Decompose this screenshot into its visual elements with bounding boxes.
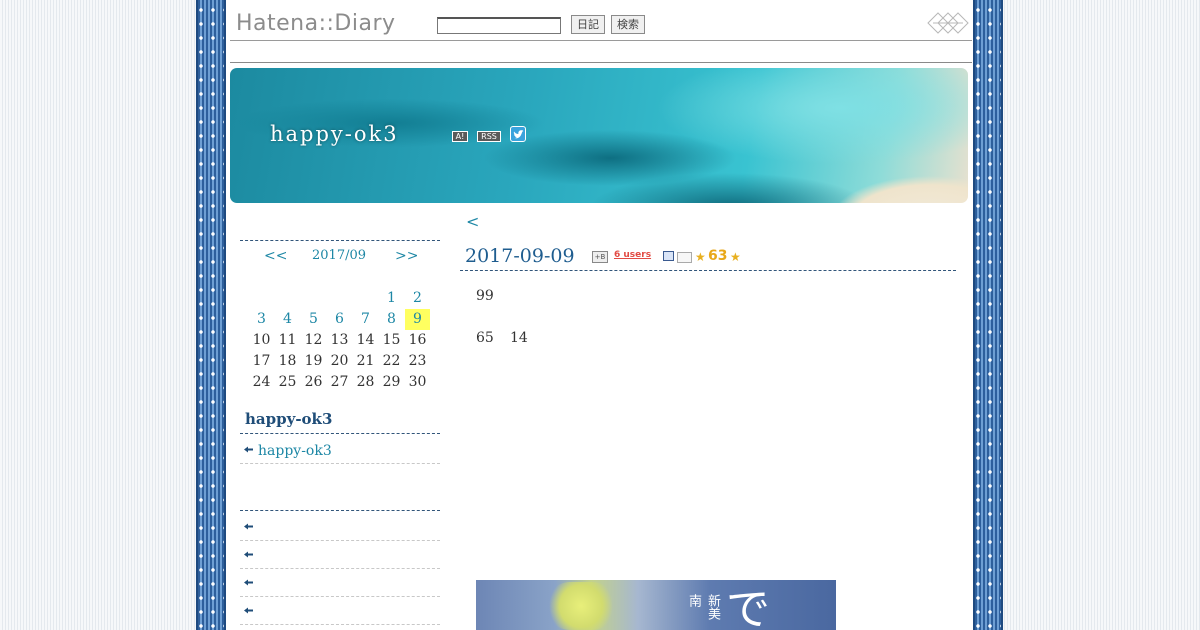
sidebar-section-title: happy-ok3	[245, 410, 333, 428]
calendar-day[interactable]: 2	[405, 288, 430, 309]
sidebar-divider	[240, 510, 440, 511]
arrow-icon	[244, 579, 253, 586]
calendar-day: 10	[252, 332, 271, 348]
calendar-week: 17 18 19 20 21 22 23	[249, 351, 431, 372]
calendar-day: 14	[356, 332, 375, 348]
arrow-icon	[244, 551, 253, 558]
calendar-day: 19	[304, 353, 323, 369]
hatena-logo-icon[interactable]	[926, 10, 970, 36]
calendar-month[interactable]: 2017/09	[312, 248, 366, 263]
calendar-day: 27	[330, 374, 349, 390]
add-star-icon[interactable]	[677, 252, 692, 263]
bookmark-icon[interactable]: +B	[592, 251, 608, 263]
comment-icon[interactable]	[663, 251, 674, 261]
rss-icon[interactable]: RSS	[477, 131, 501, 142]
sidebar-list-item[interactable]	[240, 597, 440, 625]
sidebar: << 2017/09 >> 1 2 3 4 5 6 7 8 9 10 11 12 13 14 15 16 17 1…	[240, 240, 440, 625]
arrow-icon	[244, 446, 253, 453]
calendar-day: 25	[278, 374, 297, 390]
sidebar-list-item[interactable]	[240, 541, 440, 569]
arrow-icon	[244, 607, 253, 614]
right-border-stripe	[973, 0, 1003, 630]
calendar-day: 24	[252, 374, 271, 390]
bookmark-users-badge[interactable]: 6 users	[614, 250, 651, 260]
calendar-day[interactable]: 7	[353, 309, 378, 330]
calendar-day: 21	[356, 353, 375, 369]
calendar-week: 24 25 26 27 28 29 30	[249, 372, 431, 393]
left-border-stripe	[196, 0, 226, 630]
arrow-icon	[244, 523, 253, 530]
sidebar-list-item[interactable]	[240, 569, 440, 597]
photo-moon	[546, 582, 616, 630]
sidebar-profile-link[interactable]: happy-ok3	[258, 443, 332, 459]
calendar-day: 12	[304, 332, 323, 348]
blog-title[interactable]: happy-ok3	[270, 122, 399, 146]
top-bar: Hatena::Diary 日記 検索	[230, 0, 972, 41]
photo-caption: 新美南	[686, 594, 720, 620]
calendar-week: 3456789	[249, 309, 431, 330]
hatena-diary-logo[interactable]: Hatena::Diary	[236, 11, 396, 36]
twitter-icon[interactable]	[510, 126, 526, 142]
calendar-day: 26	[304, 374, 323, 390]
calendar-day: 28	[356, 374, 375, 390]
entry-text-line: 14	[510, 330, 528, 346]
search-input[interactable]	[437, 17, 561, 34]
calendar-day: 20	[330, 353, 349, 369]
entry-text-line: 99	[476, 288, 494, 304]
diary-search-button[interactable]: 日記	[571, 15, 605, 34]
calendar-day: 30	[408, 374, 427, 390]
calendar-day: 11	[278, 332, 297, 348]
calendar-day[interactable]: 1	[379, 288, 404, 309]
star-count[interactable]: 63	[708, 248, 727, 264]
calendar-day[interactable]: 9	[405, 309, 430, 330]
photo-title-glyph: で	[726, 584, 770, 630]
sidebar-profile-item[interactable]: happy-ok3	[240, 436, 440, 464]
calendar-day[interactable]: 6	[327, 309, 352, 330]
search-button[interactable]: 検索	[611, 15, 645, 34]
header-divider	[230, 62, 972, 63]
star-icon: ★	[730, 250, 741, 264]
star-icon: ★	[695, 250, 706, 264]
page: Hatena::Diary 日記 検索 happy-ok3 A! RSS << …	[226, 0, 973, 630]
calendar-week: 12	[249, 288, 431, 309]
entry-photo[interactable]: 新美南 で	[476, 580, 836, 630]
calendar-day: 22	[382, 353, 401, 369]
calendar-day: 18	[278, 353, 297, 369]
prev-entry-link[interactable]: <	[466, 212, 479, 231]
calendar-grid: 1 2 3 4 5 6 7 8 9 10 11 12 13 14 15 16 17 18 19 20 21 22 23 24 2…	[249, 288, 431, 393]
calendar-day: 23	[408, 353, 427, 369]
calendar-day[interactable]: 5	[301, 309, 326, 330]
calendar-day[interactable]: 4	[275, 309, 300, 330]
calendar-day[interactable]: 8	[379, 309, 404, 330]
calendar-day[interactable]: 3	[249, 309, 274, 330]
calendar-day: 29	[382, 374, 401, 390]
calendar-day: 17	[252, 353, 271, 369]
calendar-prev-link[interactable]: <<	[264, 248, 287, 264]
calendar-next-link[interactable]: >>	[395, 248, 418, 264]
calendar-week: 10 11 12 13 14 15 16	[249, 330, 431, 351]
entry-header: 2017-09-09 +B 6 users ★ 63 ★	[460, 245, 956, 271]
calendar-day: 16	[408, 332, 427, 348]
calendar-day: 15	[382, 332, 401, 348]
sidebar-list-item[interactable]	[240, 513, 440, 541]
calendar-day: 13	[330, 332, 349, 348]
sidebar-divider	[240, 433, 440, 434]
entry-date[interactable]: 2017-09-09	[465, 245, 575, 267]
antenna-icon[interactable]: A!	[452, 131, 468, 142]
header-banner: happy-ok3 A! RSS	[230, 68, 968, 203]
entry-text-line: 65	[476, 330, 494, 346]
calendar-header: << 2017/09 >>	[240, 240, 440, 270]
